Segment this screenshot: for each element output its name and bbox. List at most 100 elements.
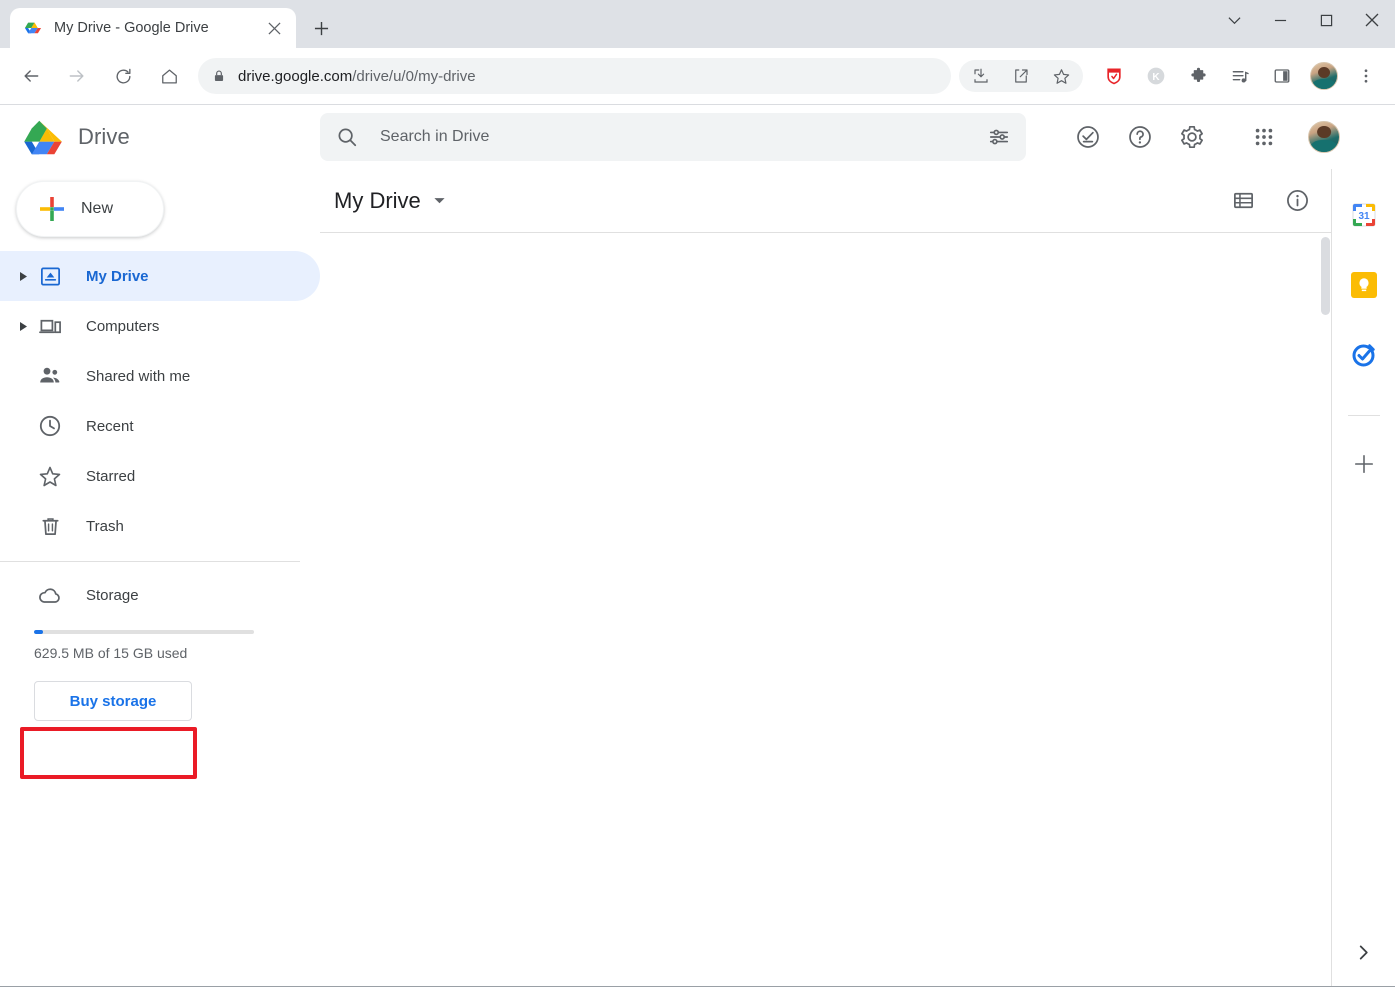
list-view-icon[interactable] [1223, 181, 1263, 221]
rail-divider [1347, 415, 1380, 416]
side-apps-rail: 31 [1331, 169, 1395, 987]
profile-avatar[interactable] [1308, 60, 1340, 92]
sidebar-item-shared-with-me[interactable]: Shared with me [0, 351, 320, 401]
google-tasks-icon[interactable] [1348, 339, 1380, 371]
drive-brand[interactable]: Drive [16, 118, 256, 157]
sidebar-item-storage[interactable]: Storage [0, 570, 320, 620]
browser-toolbar: drive.google.com/drive/u/0/my-drive K [0, 48, 1395, 104]
sidebar-item-trash[interactable]: Trash [0, 501, 320, 551]
sidebar-label-shared-with-me: Shared with me [86, 367, 191, 385]
drive-sidebar: New My Drive Computers Shared with me Re… [0, 169, 320, 987]
main-header: My Drive [320, 169, 1331, 233]
search-bar[interactable] [320, 113, 1026, 161]
install-app-icon[interactable] [965, 60, 997, 92]
k-extension-icon[interactable]: K [1140, 60, 1172, 92]
buy-storage-button[interactable]: Buy storage [34, 681, 192, 721]
drive-brand-name: Drive [78, 124, 130, 149]
my-drive-icon [38, 264, 62, 288]
sidebar-label-starred: Starred [86, 467, 136, 485]
drive-body: New My Drive Computers Shared with me Re… [0, 169, 1395, 987]
settings-gear-icon[interactable] [1172, 117, 1212, 157]
tab-close-icon[interactable] [262, 16, 286, 40]
chevron-down-icon[interactable] [433, 194, 446, 207]
new-button-label: New [81, 200, 114, 217]
window-controls [1211, 0, 1395, 40]
sidebar-label-storage: Storage [86, 586, 139, 604]
browser-tab[interactable]: My Drive - Google Drive [10, 8, 296, 48]
address-bar[interactable]: drive.google.com/drive/u/0/my-drive [198, 58, 951, 94]
expand-triangle-icon[interactable] [12, 271, 34, 282]
plus-colored-icon [39, 196, 65, 222]
google-calendar-icon[interactable]: 31 [1348, 199, 1380, 231]
toolbar-actions: K [959, 60, 1387, 92]
omnibox-action-group [959, 60, 1083, 92]
svg-text:K: K [1152, 72, 1160, 83]
back-arrow-icon[interactable] [12, 57, 50, 95]
close-window-button[interactable] [1349, 0, 1395, 40]
computers-icon [38, 314, 62, 338]
tab-search-chevron-icon[interactable] [1211, 0, 1257, 40]
search-input[interactable] [380, 128, 988, 146]
scrollbar-thumb[interactable] [1321, 237, 1330, 315]
drive-header-actions [1062, 117, 1340, 157]
url-path: /drive/u/0/my-drive [352, 67, 476, 85]
sidebar-label-recent: Recent [86, 417, 134, 435]
sidebar-item-starred[interactable]: Starred [0, 451, 320, 501]
tune-filter-icon[interactable] [988, 126, 1010, 148]
trash-icon [38, 514, 62, 538]
media-playlist-icon[interactable] [1224, 60, 1256, 92]
cloud-icon [38, 583, 62, 607]
tab-strip: My Drive - Google Drive [0, 0, 1395, 48]
maximize-button[interactable] [1303, 0, 1349, 40]
minimize-button[interactable] [1257, 0, 1303, 40]
chevron-right-icon[interactable] [1348, 936, 1380, 968]
url-text: drive.google.com/drive/u/0/my-drive [238, 68, 476, 85]
breadcrumb[interactable]: My Drive [334, 188, 421, 214]
sidebar-item-computers[interactable]: Computers [0, 301, 320, 351]
info-details-icon[interactable] [1277, 181, 1317, 221]
lock-icon [212, 69, 226, 83]
sidebar-divider [0, 561, 300, 562]
reload-icon[interactable] [104, 57, 142, 95]
trash-highlight-box [20, 727, 197, 779]
url-host: drive.google.com [238, 67, 353, 85]
sidebar-label-trash: Trash [86, 517, 124, 535]
extensions-puzzle-icon[interactable] [1182, 60, 1214, 92]
new-tab-button[interactable] [304, 11, 338, 45]
google-drive-logo [24, 118, 68, 157]
chrome-menu-icon[interactable] [1350, 60, 1382, 92]
main-view-controls [1209, 181, 1317, 221]
side-panel-icon[interactable] [1266, 60, 1298, 92]
forward-arrow-icon[interactable] [58, 57, 96, 95]
file-list-area [320, 233, 1331, 987]
svg-text:31: 31 [1358, 211, 1370, 222]
sidebar-item-recent[interactable]: Recent [0, 401, 320, 451]
shared-people-icon [38, 364, 62, 388]
bookmark-star-icon[interactable] [1045, 60, 1077, 92]
google-keep-icon[interactable] [1348, 269, 1380, 301]
expand-triangle-icon[interactable] [12, 321, 34, 332]
new-button[interactable]: New [16, 181, 164, 237]
red-extension-icon[interactable] [1098, 60, 1130, 92]
drive-header: Drive [0, 105, 1395, 169]
search-icon [336, 126, 358, 148]
account-avatar[interactable] [1308, 121, 1340, 153]
tab-title: My Drive - Google Drive [54, 20, 209, 36]
sidebar-label-my-drive: My Drive [86, 267, 149, 285]
main-scrollbar[interactable] [1319, 233, 1331, 828]
home-icon[interactable] [150, 57, 188, 95]
storage-progress-bar [34, 630, 254, 634]
clock-icon [38, 414, 62, 438]
sidebar-item-my-drive[interactable]: My Drive [0, 251, 320, 301]
google-drive-app: Drive Search in Drive New My Drive Compu… [0, 105, 1395, 987]
google-drive-favicon [24, 19, 42, 37]
storage-used-text: 629.5 MB of 15 GB used [34, 645, 188, 661]
star-icon [38, 464, 62, 488]
sidebar-label-computers: Computers [86, 317, 160, 335]
add-addon-plus-icon[interactable] [1348, 448, 1380, 480]
share-icon[interactable] [1005, 60, 1037, 92]
google-apps-grid-icon[interactable] [1244, 117, 1284, 157]
support-check-icon[interactable] [1068, 117, 1108, 157]
drive-main: My Drive [320, 169, 1331, 987]
help-question-icon[interactable] [1120, 117, 1160, 157]
